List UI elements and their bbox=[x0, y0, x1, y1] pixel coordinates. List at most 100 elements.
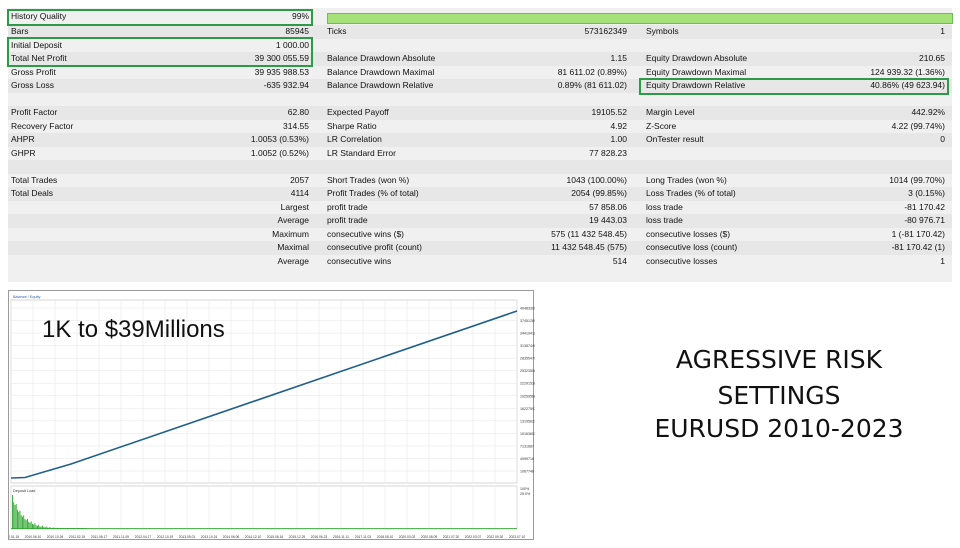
report-value-3: 0 bbox=[940, 134, 945, 144]
y-tick-label: 10163657 bbox=[520, 432, 535, 436]
report-label-3: consecutive loss (count) bbox=[646, 242, 738, 252]
x-tick-label: 2013.10.24 bbox=[201, 535, 218, 539]
report-value-1: 4114 bbox=[290, 188, 309, 198]
y-tick-label: 28355479 bbox=[520, 357, 535, 361]
report-value-2: 573162349 bbox=[584, 26, 627, 36]
report-label-2: Profit Trades (% of total) bbox=[327, 188, 419, 198]
y-tick-label: 25323508 bbox=[520, 369, 535, 373]
report-label-2: consecutive profit (count) bbox=[327, 242, 422, 252]
x-tick-label: 2015.06.16 bbox=[267, 535, 284, 539]
report-row: Average consecutive wins 514 consecutive lo… bbox=[8, 255, 952, 269]
report-value-3: 1 bbox=[940, 255, 945, 266]
report-value-1: Maximum bbox=[272, 228, 309, 239]
report-value-2: 19105.52 bbox=[591, 107, 627, 117]
deposit-bar bbox=[12, 495, 13, 529]
x-tick-label: 2010.10.26 bbox=[47, 535, 64, 539]
report-value-2: 19 443.03 bbox=[589, 215, 627, 225]
deposit-bar bbox=[23, 515, 25, 529]
report-label-3: loss trade bbox=[646, 215, 683, 225]
deposit-bar bbox=[19, 510, 21, 529]
report-label-3: Loss Trades (% of total) bbox=[646, 188, 736, 198]
report-value-1: Average bbox=[277, 255, 309, 266]
report-value-1: 39 935 988.53 bbox=[254, 66, 309, 77]
chart-legend: Balance / Equity bbox=[13, 295, 41, 299]
x-tick-label: 2014.12.10 bbox=[245, 535, 262, 539]
report-label-3: loss trade bbox=[646, 201, 683, 212]
x-tick-label: 2014.06.06 bbox=[223, 535, 240, 539]
report-row bbox=[8, 160, 952, 174]
overlay-caption: 1K to $39Millions bbox=[42, 316, 225, 343]
y-tick-label: 16227597 bbox=[520, 407, 535, 411]
y-tick-label: 22291538 bbox=[520, 382, 535, 386]
report-value-2: 81 611.02 (0.89%) bbox=[557, 66, 627, 77]
report-label-2: Balance Drawdown Absolute bbox=[327, 53, 436, 63]
x-tick-label: 2012.04.17 bbox=[135, 535, 152, 539]
report-label-3: Equity Drawdown Maximal bbox=[646, 66, 747, 77]
report-value-2: 77 828.23 bbox=[589, 147, 627, 158]
x-tick-label: 2010.06.10 bbox=[25, 535, 42, 539]
report-value-1: 1.0053 (0.53%) bbox=[250, 134, 309, 144]
report-value-1: 314.55 bbox=[283, 120, 309, 131]
y-tick-label: 37451289 bbox=[520, 319, 535, 323]
report-value-2: 1.00 bbox=[610, 134, 627, 144]
report-label-3: Equity Drawdown Absolute bbox=[646, 53, 748, 63]
report-row: Average profit trade 19 443.03 loss trade -8… bbox=[8, 214, 952, 228]
deposit-bar bbox=[13, 502, 15, 529]
report-value-2: 57 858.06 bbox=[589, 201, 627, 212]
report-value-2: 575 (11 432 548.45) bbox=[551, 228, 627, 239]
deposit-tick-label: 100% bbox=[520, 487, 530, 491]
report-value-3: 1 bbox=[940, 26, 945, 36]
report-label-1: Gross Loss bbox=[11, 80, 54, 90]
x-tick-label: 2022.03.07 bbox=[465, 535, 482, 539]
deposit-bar bbox=[27, 518, 28, 529]
deposit-frame bbox=[10, 485, 518, 530]
deposit-bar bbox=[20, 515, 22, 529]
report-label-2: LR Correlation bbox=[327, 134, 382, 144]
x-tick-label: 2017.11.03 bbox=[355, 535, 371, 539]
report-row: Maximal consecutive profit (count) 11 432 … bbox=[8, 241, 952, 255]
x-tick-label: 2016.06.23 bbox=[311, 535, 328, 539]
report-row: Total Deals 4114 Profit Trades (% of total… bbox=[8, 187, 952, 201]
x-tick-label: 2015.12.29 bbox=[289, 535, 306, 539]
history-quality-highlight bbox=[7, 9, 313, 26]
report-value-2: 1.15 bbox=[610, 53, 627, 63]
equity-drawdown-relative-highlight bbox=[639, 78, 949, 95]
report-row: Gross Profit 39 935 988.53 Balance Drawdow… bbox=[8, 66, 952, 80]
report-value-1: Largest bbox=[280, 201, 309, 212]
y-tick-label: 40483309 bbox=[520, 307, 535, 311]
report-label-1: Profit Factor bbox=[11, 107, 58, 117]
x-tick-label: 2016.11.11 bbox=[333, 535, 349, 539]
x-tick-label: 2021.07.20 bbox=[443, 535, 460, 539]
report-value-3: 442.92% bbox=[911, 107, 945, 117]
deposit-bar bbox=[30, 521, 32, 529]
report-row: Profit Factor 62.80 Expected Payoff 19105.5… bbox=[8, 106, 952, 120]
deposit-tick-label: 25.0% bbox=[520, 492, 531, 496]
report-label-3: Long Trades (won %) bbox=[646, 174, 727, 185]
x-tick-label: 2020.03.02 bbox=[399, 535, 416, 539]
y-tick-label: 1067746 bbox=[520, 470, 534, 474]
report-label-2: profit trade bbox=[327, 215, 368, 225]
report-label-3: consecutive losses ($) bbox=[646, 228, 731, 239]
report-label-1: Gross Profit bbox=[11, 66, 56, 77]
y-tick-label: 31387449 bbox=[520, 344, 535, 348]
report-value-1: Maximal bbox=[277, 242, 309, 252]
report-label-2: Balance Drawdown Maximal bbox=[327, 66, 435, 77]
x-tick-label: 2010.01.19 bbox=[9, 535, 19, 539]
report-label-1: GHPR bbox=[11, 147, 36, 158]
report-value-1: -635 932.94 bbox=[263, 80, 309, 90]
report-value-3: -81 170.42 bbox=[904, 201, 945, 212]
report-row: Recovery Factor 314.55 Sharpe Ratio 4.92 Z-S… bbox=[8, 120, 952, 134]
y-tick-label: 19259568 bbox=[520, 394, 535, 398]
report-value-3: -81 170.42 (1) bbox=[891, 242, 945, 252]
deposit-bar bbox=[28, 521, 30, 529]
report-label-2: consecutive wins bbox=[327, 255, 392, 266]
report-label-2: Ticks bbox=[327, 26, 347, 36]
x-tick-label: 2012.10.19 bbox=[157, 535, 174, 539]
deposit-bar bbox=[17, 509, 18, 529]
report-value-3: 124 939.32 (1.36%) bbox=[870, 66, 945, 77]
report-value-2: 11 432 548.45 (575) bbox=[551, 242, 627, 252]
report-value-1: 2057 bbox=[290, 174, 309, 185]
report-label-1: Recovery Factor bbox=[11, 120, 74, 131]
report-row: Total Trades 2057 Short Trades (won %) 1043… bbox=[8, 174, 952, 188]
x-tick-label: 2020.08.09 bbox=[421, 535, 438, 539]
